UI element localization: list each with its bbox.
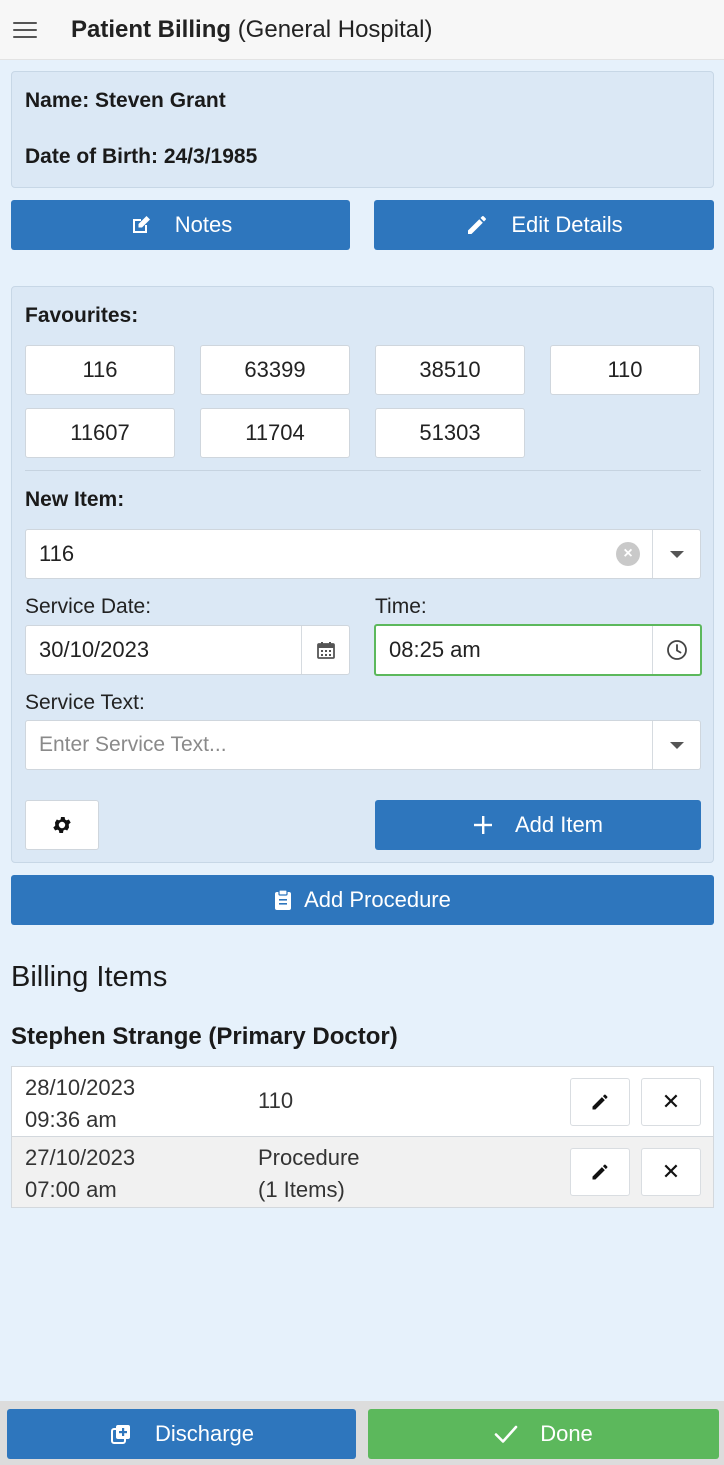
billing-items-table: 28/10/2023 09:36 am 110 ✕ 27/10/2023 07:…	[11, 1066, 714, 1208]
table-row[interactable]: 28/10/2023 09:36 am 110 ✕	[12, 1067, 713, 1137]
favourite-button[interactable]: 116	[25, 345, 175, 395]
close-icon: ✕	[661, 1089, 681, 1114]
calendar-icon	[316, 642, 335, 659]
clear-icon[interactable]: ×	[616, 542, 640, 566]
service-text-placeholder: Enter Service Text...	[39, 733, 227, 756]
dropdown-toggle[interactable]	[652, 530, 700, 578]
bottom-action-bar: Discharge Done	[0, 1401, 724, 1465]
new-item-label: New Item:	[25, 488, 125, 511]
bill-description: 110	[258, 1088, 294, 1113]
page-title-main: Patient Billing	[71, 15, 232, 43]
notes-button[interactable]: Notes	[11, 200, 350, 250]
notes-label: Notes	[174, 212, 233, 237]
service-text-select[interactable]: Enter Service Text...	[25, 720, 701, 770]
patient-dob: Date of Birth: 24/3/1985	[25, 145, 258, 168]
edit-row-button[interactable]	[570, 1078, 630, 1126]
chevron-down-icon	[669, 741, 684, 749]
edit-row-button[interactable]	[570, 1148, 630, 1196]
service-date-label: Service Date:	[25, 595, 152, 618]
discharge-button[interactable]: Discharge	[7, 1409, 356, 1459]
service-text-label: Service Text:	[25, 691, 145, 714]
bill-date: 28/10/2023	[25, 1075, 136, 1100]
new-item-select[interactable]: 116 ×	[25, 529, 701, 579]
gear-icon	[53, 817, 71, 833]
edit-details-button[interactable]: Edit Details	[374, 200, 714, 250]
add-box-icon	[109, 1422, 133, 1446]
billing-items-heading: Billing Items	[11, 961, 168, 993]
clipboard-icon	[274, 889, 292, 911]
calendar-button[interactable]	[301, 626, 349, 674]
plus-icon	[473, 815, 493, 835]
bill-time: 07:00 am	[25, 1177, 117, 1202]
doctor-heading: Stephen Strange (Primary Doctor)	[11, 1023, 398, 1050]
clock-icon	[666, 640, 687, 660]
time-value: 08:25 am	[389, 637, 481, 662]
favourite-button[interactable]: 11607	[25, 408, 175, 458]
patient-name: Name: Steven Grant	[25, 89, 226, 112]
favourite-button[interactable]: 51303	[375, 408, 525, 458]
time-field[interactable]: 08:25 am	[374, 624, 702, 676]
delete-row-button[interactable]: ✕	[641, 1078, 701, 1126]
done-button[interactable]: Done	[368, 1409, 719, 1459]
pencil-icon	[592, 1094, 608, 1110]
edit-square-icon	[129, 213, 153, 237]
patient-info-card: Name: Steven Grant Date of Birth: 24/3/1…	[11, 71, 714, 188]
edit-details-label: Edit Details	[511, 212, 623, 237]
add-procedure-button[interactable]: Add Procedure	[11, 875, 714, 925]
done-label: Done	[540, 1421, 593, 1446]
pencil-icon	[592, 1164, 608, 1180]
favourite-button[interactable]: 110	[550, 345, 700, 395]
menu-icon[interactable]	[13, 21, 37, 38]
bill-datetime: 27/10/2023 07:00 am	[25, 1142, 135, 1206]
dropdown-toggle[interactable]	[652, 721, 700, 769]
table-row[interactable]: 27/10/2023 07:00 am Procedure (1 Items) …	[12, 1137, 713, 1207]
page-title-hospital: (General Hospital)	[237, 15, 433, 43]
add-procedure-label: Add Procedure	[304, 887, 451, 912]
add-item-button[interactable]: Add Item	[375, 800, 701, 850]
page-title: Patient Billing (General Hospital)	[71, 16, 432, 44]
bill-description-line2: (1 Items)	[258, 1177, 345, 1202]
bill-description-line1: Procedure	[258, 1145, 360, 1170]
close-icon: ✕	[661, 1159, 681, 1184]
divider	[25, 470, 701, 471]
add-item-label: Add Item	[514, 812, 604, 837]
pencil-icon	[465, 213, 489, 237]
discharge-label: Discharge	[154, 1421, 255, 1446]
settings-button[interactable]	[25, 800, 99, 850]
bill-date: 27/10/2023	[25, 1145, 136, 1170]
bill-time: 09:36 am	[25, 1107, 117, 1132]
clock-button[interactable]	[652, 626, 700, 674]
chevron-down-icon	[669, 550, 684, 558]
app-bar: Patient Billing (General Hospital)	[0, 0, 724, 60]
bill-description: Procedure (1 Items)	[258, 1142, 360, 1206]
service-date-value: 30/10/2023	[39, 637, 150, 662]
delete-row-button[interactable]: ✕	[641, 1148, 701, 1196]
favourite-button[interactable]: 38510	[375, 345, 525, 395]
new-item-card: Favourites: 116 63399 38510 110 11607 11…	[11, 286, 714, 863]
favourite-button[interactable]: 11704	[200, 408, 350, 458]
favourite-button[interactable]: 63399	[200, 345, 350, 395]
new-item-value: 116	[39, 541, 75, 566]
service-date-field[interactable]: 30/10/2023	[25, 625, 350, 675]
time-label: Time:	[375, 595, 427, 618]
favourites-label: Favourites:	[25, 304, 139, 327]
bill-datetime: 28/10/2023 09:36 am	[25, 1072, 135, 1136]
check-icon	[494, 1424, 518, 1444]
